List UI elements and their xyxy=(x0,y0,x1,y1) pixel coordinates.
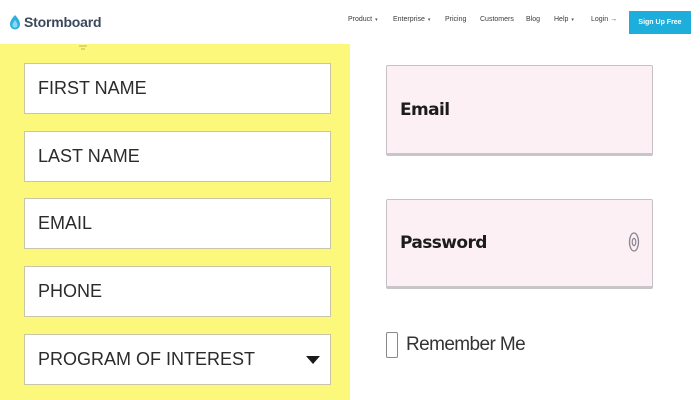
dropdown-arrow-icon xyxy=(306,356,320,364)
nav-enterprise[interactable]: Enterprise ▾ xyxy=(393,16,430,23)
nav-enterprise-label: Enterprise xyxy=(393,16,425,23)
nav-pricing-label: Pricing xyxy=(445,16,467,23)
nav-blog-label: Blog xyxy=(526,16,541,23)
nav-product[interactable]: Product ▾ xyxy=(348,16,378,23)
eye-icon[interactable] xyxy=(628,231,640,253)
nav-customers-label: Customers xyxy=(480,16,514,23)
nav-login[interactable]: Login → xyxy=(591,16,617,23)
email-placeholder: EMAIL xyxy=(38,213,93,233)
nav-blog[interactable]: Blog xyxy=(526,16,540,23)
sign-up-free-button[interactable]: Sign Up Free xyxy=(629,11,691,34)
email-input[interactable]: EMAIL xyxy=(24,198,331,249)
nav-product-label: Product xyxy=(348,16,373,23)
login-email-field[interactable]: Email xyxy=(386,65,653,156)
login-email-placeholder: Email xyxy=(400,99,450,120)
nav-pricing[interactable]: Pricing xyxy=(445,16,466,23)
phone-placeholder: PHONE xyxy=(38,281,103,301)
top-navigation-bar: Stormboard Product ▾ Enterprise ▾ Pricin… xyxy=(0,0,700,44)
program-of-interest-placeholder: PROGRAM OF INTEREST xyxy=(38,349,256,369)
login-password-field[interactable]: Password xyxy=(386,199,653,289)
nav-login-label: Login → xyxy=(591,16,618,23)
nav-help[interactable]: Help ▾ xyxy=(554,16,574,23)
phone-input[interactable]: PHONE xyxy=(24,266,331,317)
chevron-down-icon: ▾ xyxy=(375,16,378,23)
chevron-down-icon: ▾ xyxy=(571,16,574,23)
chevron-down-icon: ▾ xyxy=(427,16,431,23)
program-of-interest-select[interactable]: PROGRAM OF INTEREST xyxy=(24,334,331,385)
last-name-placeholder: LAST NAME xyxy=(38,146,140,166)
remember-me-label: Remember Me xyxy=(406,334,526,355)
main-nav: Product ▾ Enterprise ▾ Pricing Customers… xyxy=(0,16,700,30)
nav-customers[interactable]: Customers xyxy=(480,16,514,23)
last-name-input[interactable]: LAST NAME xyxy=(24,131,331,182)
form-fragment-icon xyxy=(79,45,87,50)
remember-me-option[interactable]: Remember Me xyxy=(386,332,526,358)
remember-me-checkbox[interactable] xyxy=(386,332,398,358)
nav-help-label: Help xyxy=(554,16,569,23)
first-name-placeholder: FIRST NAME xyxy=(38,78,147,98)
login-password-placeholder: Password xyxy=(400,233,487,253)
first-name-input[interactable]: FIRST NAME xyxy=(24,63,331,114)
